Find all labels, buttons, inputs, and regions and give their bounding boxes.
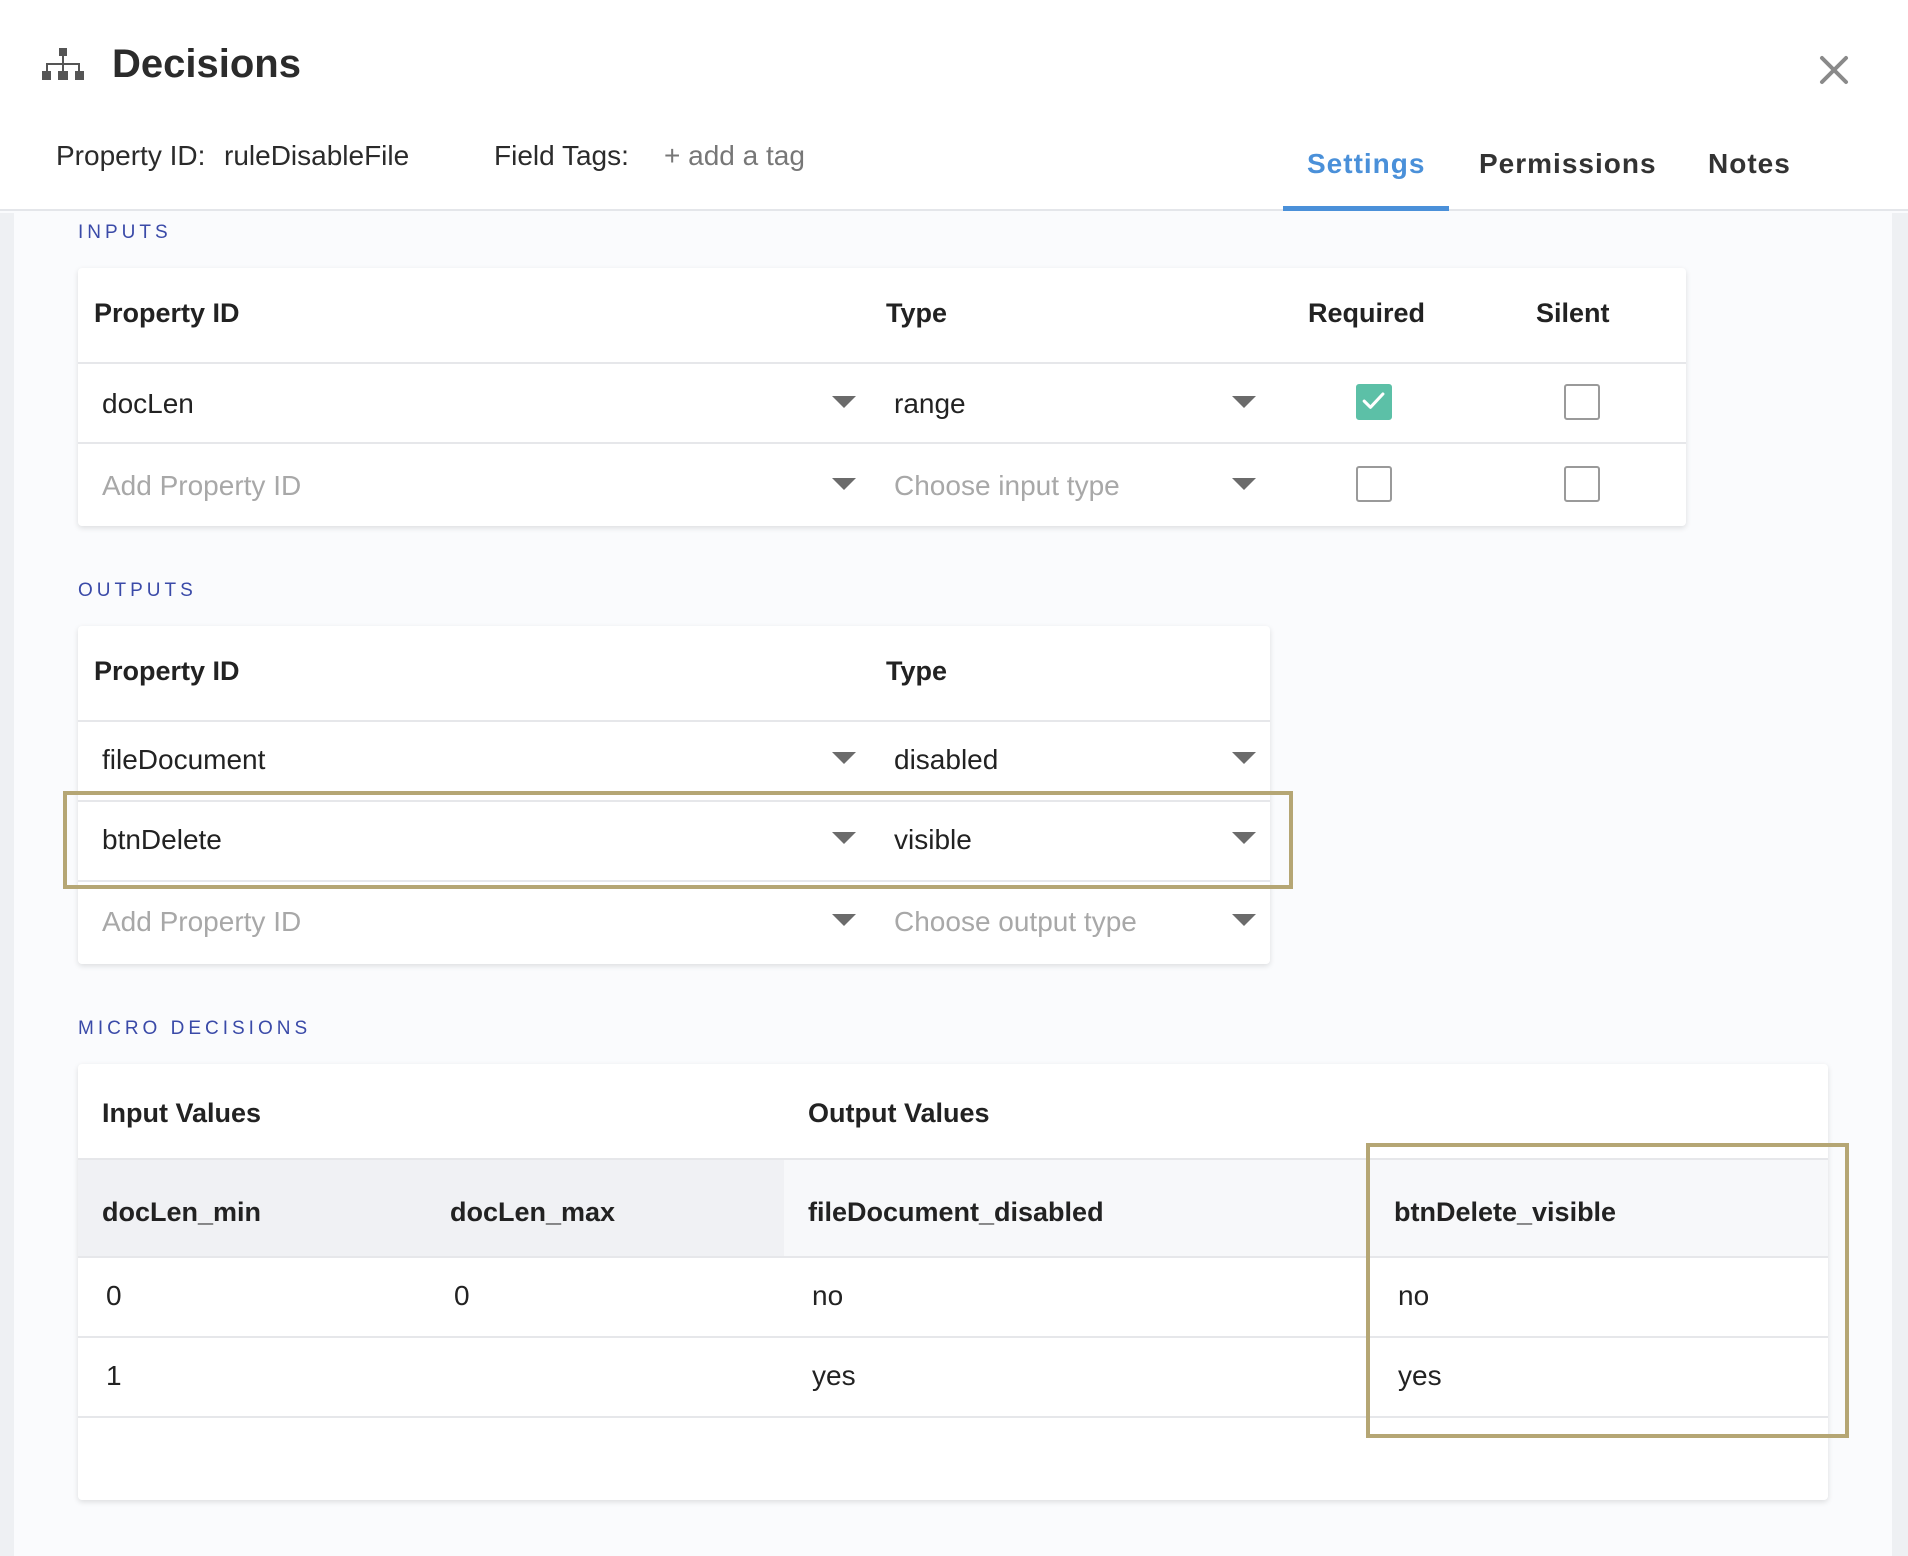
chevron-down-icon[interactable] (832, 752, 856, 764)
decisions-modal: Decisions Property ID: ruleDisableFile F… (0, 0, 1908, 1556)
output-values-header: Output Values (808, 1098, 990, 1128)
input-property-select[interactable]: docLen (102, 388, 194, 420)
property-id-label: Property ID: (56, 140, 206, 171)
required-checkbox[interactable] (1356, 466, 1392, 502)
col-filedocument-disabled: fileDocument_disabled (808, 1197, 1104, 1227)
field-tags-label: Field Tags: (494, 140, 629, 171)
add-property-id-select[interactable]: Add Property ID (102, 906, 301, 938)
close-icon[interactable] (1814, 50, 1854, 90)
modal-title: Decisions (112, 42, 301, 86)
check-icon (1362, 392, 1385, 409)
micro-decisions-section-label: MICRO DECISIONS (78, 1018, 312, 1039)
inputs-col-required: Required (1308, 298, 1426, 328)
chevron-down-icon[interactable] (1232, 396, 1256, 408)
chevron-down-icon[interactable] (832, 396, 856, 408)
inputs-col-type: Type (886, 298, 948, 328)
inputs-col-property-id: Property ID (94, 298, 240, 328)
chevron-down-icon[interactable] (1232, 478, 1256, 490)
active-tab-indicator (1283, 206, 1449, 211)
chevron-down-icon[interactable] (1232, 752, 1256, 764)
tab-permissions[interactable]: Permissions (1479, 148, 1657, 180)
divider (78, 880, 1270, 882)
scrollbar-track[interactable] (1892, 213, 1908, 1556)
divider (78, 720, 1270, 722)
choose-output-type-select[interactable]: Choose output type (894, 906, 1137, 938)
divider (78, 800, 1270, 802)
output-property-select[interactable]: fileDocument (102, 744, 265, 776)
add-property-id-select[interactable]: Add Property ID (102, 470, 301, 502)
silent-checkbox[interactable] (1564, 384, 1600, 420)
left-edge (0, 213, 14, 1556)
col-btndelete-visible: btnDelete_visible (1394, 1197, 1617, 1227)
table-cell[interactable]: yes (1398, 1360, 1442, 1392)
chevron-down-icon[interactable] (832, 832, 856, 844)
modal-header: Decisions Property ID: ruleDisableFile F… (0, 0, 1908, 211)
col-doclen-min: docLen_min (102, 1197, 262, 1227)
chevron-down-icon[interactable] (832, 914, 856, 926)
chevron-down-icon[interactable] (1232, 914, 1256, 926)
table-cell[interactable]: no (812, 1280, 843, 1312)
input-values-header: Input Values (102, 1098, 262, 1128)
col-doclen-max: docLen_max (450, 1197, 616, 1227)
silent-checkbox[interactable] (1564, 466, 1600, 502)
divider (78, 442, 1686, 444)
chevron-down-icon[interactable] (832, 478, 856, 490)
inputs-col-silent: Silent (1536, 298, 1610, 328)
property-id-value: ruleDisableFile (224, 140, 410, 171)
output-type-select[interactable]: visible (894, 824, 972, 856)
inputs-table: Property ID Type Required Silent docLen … (78, 268, 1686, 526)
outputs-col-type: Type (886, 656, 948, 686)
required-checkbox[interactable] (1356, 384, 1392, 420)
tab-notes[interactable]: Notes (1708, 148, 1791, 180)
table-cell[interactable]: 0 (454, 1280, 470, 1312)
table-cell[interactable]: 0 (106, 1280, 122, 1312)
table-cell[interactable]: no (1398, 1280, 1429, 1312)
micro-decisions-table: Input Values Output Values (78, 1064, 1828, 1500)
divider (78, 1256, 1828, 1258)
outputs-col-property-id: Property ID (94, 656, 240, 686)
table-cell[interactable]: 1 (106, 1360, 122, 1392)
input-type-select[interactable]: range (894, 388, 966, 420)
output-property-select[interactable]: btnDelete (102, 824, 222, 856)
divider (78, 1336, 1828, 1338)
table-cell[interactable]: yes (812, 1360, 856, 1392)
choose-input-type-select[interactable]: Choose input type (894, 470, 1120, 502)
tab-settings[interactable]: Settings (1307, 148, 1425, 180)
add-tag-link[interactable]: + add a tag (664, 140, 805, 172)
chevron-down-icon[interactable] (1232, 832, 1256, 844)
divider (78, 1416, 1828, 1418)
divider (78, 362, 1686, 364)
output-type-select[interactable]: disabled (894, 744, 998, 776)
hierarchy-icon (42, 48, 84, 80)
outputs-section-label: OUTPUTS (78, 580, 197, 601)
outputs-table: Property ID Type fileDocument disabled b… (78, 626, 1270, 964)
inputs-section-label: INPUTS (78, 222, 172, 243)
